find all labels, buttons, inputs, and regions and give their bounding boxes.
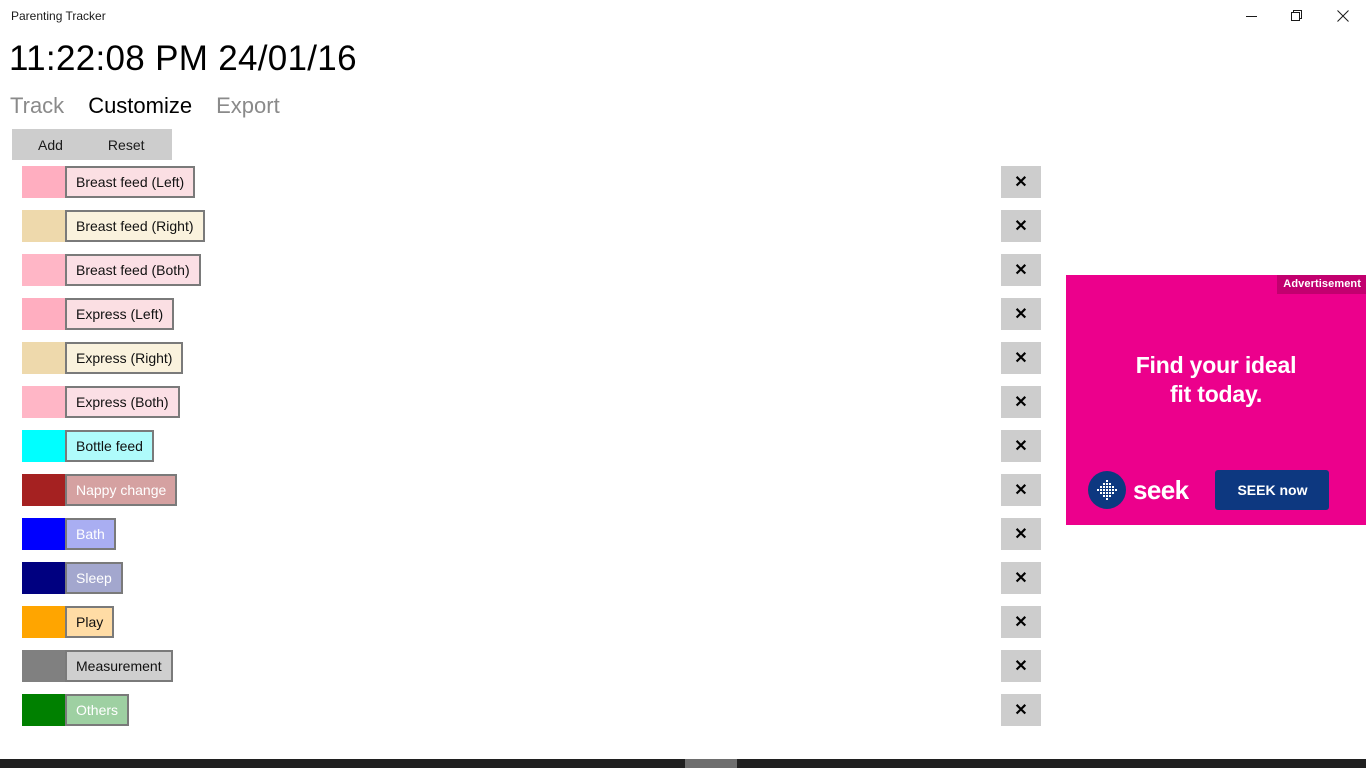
category-name-field[interactable]: Measurement — [65, 650, 173, 682]
minimize-icon — [1245, 11, 1257, 22]
window-controls — [1228, 0, 1366, 32]
category-name-field[interactable]: Sleep — [65, 562, 123, 594]
horizontal-scrollbar[interactable] — [0, 759, 1366, 768]
delete-category-button[interactable]: ✕ — [1001, 254, 1041, 286]
category-name-field[interactable]: Breast feed (Right) — [65, 210, 205, 242]
category-color-swatch[interactable] — [22, 430, 67, 462]
category-color-swatch[interactable] — [22, 474, 67, 506]
current-datetime: 11:22:08 PM 24/01/16 — [9, 39, 357, 78]
category-color-swatch[interactable] — [22, 562, 67, 594]
nav-tab-customize[interactable]: Customize — [88, 91, 192, 121]
category-row: Breast feed (Right) ✕ — [0, 208, 1366, 252]
ad-brand-logo: seek — [1088, 471, 1189, 509]
ad-cta-button[interactable]: SEEK now — [1215, 470, 1330, 510]
category-name-field[interactable]: Nappy change — [65, 474, 178, 506]
ad-footer: seek SEEK now — [1066, 470, 1366, 510]
advertisement-banner[interactable]: Advertisement Find your ideal fit today. — [1066, 275, 1366, 525]
minimize-button[interactable] — [1228, 0, 1274, 32]
delete-category-button[interactable]: ✕ — [1001, 430, 1041, 462]
advertisement-label: Advertisement — [1277, 275, 1366, 294]
category-name-field[interactable]: Breast feed (Both) — [65, 254, 201, 286]
nav-tab-export[interactable]: Export — [216, 91, 280, 121]
close-icon — [1337, 10, 1349, 22]
category-color-swatch[interactable] — [22, 518, 67, 550]
delete-category-button[interactable]: ✕ — [1001, 650, 1041, 682]
category-color-swatch[interactable] — [22, 694, 67, 726]
delete-category-button[interactable]: ✕ — [1001, 298, 1041, 330]
ad-headline-line-1: Find your ideal — [1135, 352, 1297, 378]
restore-icon — [1291, 10, 1303, 22]
ad-headline-line-2: fit today. — [1169, 381, 1263, 407]
main-nav: Track Customize Export — [10, 90, 304, 122]
add-button[interactable]: Add — [38, 135, 63, 155]
category-name-field[interactable]: Others — [65, 694, 130, 726]
window-title: Parenting Tracker — [11, 9, 106, 23]
delete-category-button[interactable]: ✕ — [1001, 386, 1041, 418]
category-name-field[interactable]: Bottle feed — [65, 430, 154, 462]
seek-dots-icon — [1088, 471, 1126, 509]
close-button[interactable] — [1320, 0, 1366, 32]
delete-category-button[interactable]: ✕ — [1001, 342, 1041, 374]
ad-headline: Find your ideal fit today. — [1066, 351, 1366, 409]
reset-button[interactable]: Reset — [108, 135, 145, 155]
category-row: Breast feed (Left) ✕ — [0, 164, 1366, 208]
category-color-swatch[interactable] — [22, 166, 67, 198]
category-color-swatch[interactable] — [22, 210, 67, 242]
category-row: Sleep ✕ — [0, 560, 1366, 604]
category-name-field[interactable]: Play — [65, 606, 115, 638]
ad-brand-name: seek — [1133, 475, 1189, 505]
nav-tab-track[interactable]: Track — [10, 91, 64, 121]
category-color-swatch[interactable] — [22, 386, 67, 418]
category-color-swatch[interactable] — [22, 298, 67, 330]
delete-category-button[interactable]: ✕ — [1001, 694, 1041, 726]
delete-category-button[interactable]: ✕ — [1001, 474, 1041, 506]
horizontal-scrollbar-thumb[interactable] — [685, 759, 737, 768]
delete-category-button[interactable]: ✕ — [1001, 606, 1041, 638]
category-color-swatch[interactable] — [22, 254, 67, 286]
category-name-field[interactable]: Breast feed (Left) — [65, 166, 196, 198]
category-name-field[interactable]: Express (Left) — [65, 298, 175, 330]
delete-category-button[interactable]: ✕ — [1001, 518, 1041, 550]
category-color-swatch[interactable] — [22, 342, 67, 374]
category-color-swatch[interactable] — [22, 650, 67, 682]
category-name-field[interactable]: Express (Right) — [65, 342, 184, 374]
category-color-swatch[interactable] — [22, 606, 67, 638]
delete-category-button[interactable]: ✕ — [1001, 166, 1041, 198]
category-name-field[interactable]: Express (Both) — [65, 386, 180, 418]
category-name-field[interactable]: Bath — [65, 518, 116, 550]
category-row: Measurement ✕ — [0, 648, 1366, 692]
category-row: Play ✕ — [0, 604, 1366, 648]
delete-category-button[interactable]: ✕ — [1001, 210, 1041, 242]
customize-toolbar: Add Reset — [12, 129, 172, 160]
delete-category-button[interactable]: ✕ — [1001, 562, 1041, 594]
category-row: Others ✕ — [0, 692, 1366, 736]
restore-button[interactable] — [1274, 0, 1320, 32]
title-bar: Parenting Tracker — [0, 0, 1366, 32]
